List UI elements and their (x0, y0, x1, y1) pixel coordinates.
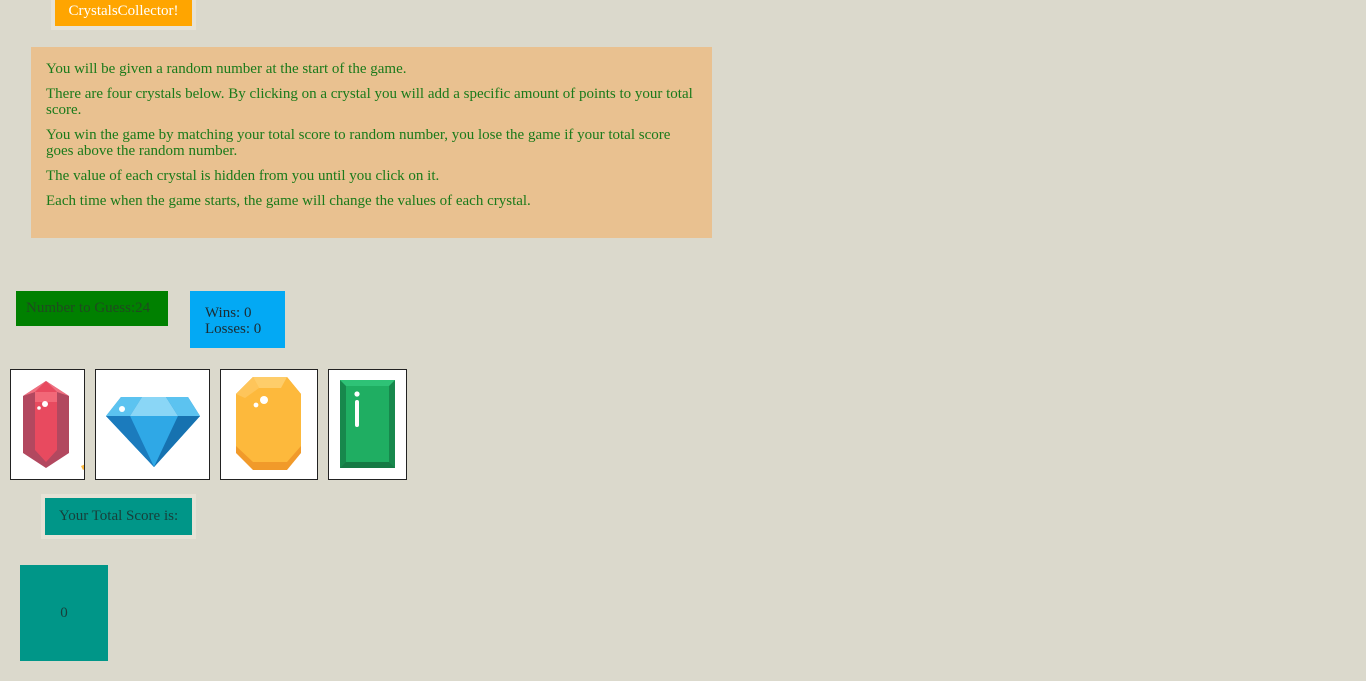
yellow-gem-icon (236, 377, 301, 470)
number-to-guess-value: 24 (135, 300, 151, 316)
wins-counter: Wins: 0 (205, 305, 252, 321)
title-frame: CrystalsCollector! (51, 0, 196, 30)
blue-diamond-icon (106, 397, 200, 467)
instruction-line: You will be given a random number at the… (46, 61, 407, 77)
instruction-line: The value of each crystal is hidden from… (46, 168, 440, 184)
green-emerald-icon (340, 380, 395, 468)
yellow-gem-button[interactable] (220, 369, 318, 480)
total-score-value: 0 (20, 565, 108, 661)
game-title: CrystalsCollector! (55, 0, 192, 26)
number-to-guess-box: Number to Guess:24 (16, 291, 168, 326)
total-score-label: Your Total Score is: (45, 498, 192, 535)
game-page: CrystalsCollector! You will be given a r… (0, 0, 1366, 681)
instruction-line: Each time when the game starts, the game… (46, 193, 531, 209)
number-to-guess-label: Number to Guess: (26, 300, 136, 316)
instruction-line: You win the game by matching your total … (46, 127, 671, 159)
blue-diamond-button[interactable] (95, 369, 210, 480)
instructions-panel: You will be given a random number at the… (31, 47, 712, 238)
losses-counter: Losses: 0 (205, 321, 262, 337)
red-crystal-icon (23, 381, 84, 470)
instruction-line: There are four crystals below. By clicki… (46, 86, 693, 118)
total-score-frame: Your Total Score is: (41, 494, 196, 539)
green-emerald-button[interactable] (328, 369, 407, 480)
stats-box: Wins: 0 Losses: 0 (190, 291, 285, 348)
red-crystal-button[interactable] (10, 369, 85, 480)
